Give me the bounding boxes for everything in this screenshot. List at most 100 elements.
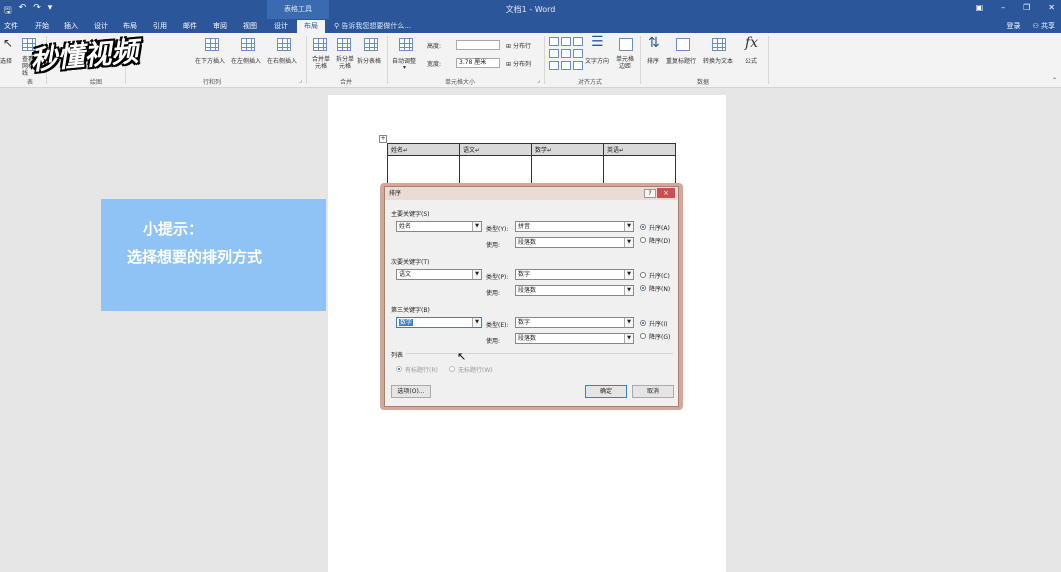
chevron-down-icon: ▼ (624, 238, 633, 247)
insert-below-icon[interactable] (205, 38, 219, 51)
convert-to-text-button[interactable]: 转换为文本 (703, 56, 733, 65)
chevron-down-icon: ▼ (624, 286, 633, 295)
ribbon-tabs: 文件 开始 插入 设计 布局 引用 邮件 审阅 视图 设计 布局 ⚲ 告诉我您想… (0, 19, 1061, 33)
table-cell[interactable]: 语文↵ (459, 143, 532, 156)
tab-table-design[interactable]: 设计 (274, 21, 288, 31)
no-header-radio[interactable] (449, 366, 455, 372)
align-top-center-icon[interactable] (561, 37, 571, 46)
secondary-type-select[interactable]: 数字 ▼ (515, 269, 634, 280)
tab-home[interactable]: 开始 (35, 21, 49, 31)
third-using-label: 使用: (486, 338, 501, 345)
minimize-icon[interactable]: – (1001, 3, 1005, 12)
insert-right-icon[interactable] (277, 38, 291, 51)
cell-size-launcher-icon[interactable]: ⌟ (537, 77, 540, 84)
column-width-input[interactable]: 3.78 厘米 (456, 58, 500, 68)
insert-right-button[interactable]: 在右侧插入 (267, 56, 297, 65)
insert-left-icon[interactable] (241, 38, 255, 51)
merge-cells-button[interactable]: 合并单元格 (310, 56, 332, 70)
tab-view[interactable]: 视图 (243, 21, 257, 31)
ribbon-display-icon[interactable]: ▣ (976, 3, 984, 12)
cancel-button[interactable]: 取消 (632, 385, 674, 398)
options-button[interactable]: 选项(O)... (391, 385, 431, 398)
third-key-field-select[interactable]: 数学 ▼ (396, 317, 482, 328)
merge-cells-icon[interactable] (313, 38, 327, 51)
table-cell[interactable]: 姓名↵ (387, 143, 460, 156)
secondary-key-field-select[interactable]: 语文 ▼ (396, 269, 482, 280)
repeat-header-button[interactable]: 重复标题行 (666, 56, 696, 65)
primary-type-select[interactable]: 拼音 ▼ (515, 221, 634, 232)
chevron-down-icon: ▼ (624, 222, 633, 231)
sort-icon[interactable]: ⇅ (648, 35, 660, 51)
help-icon[interactable]: ? (644, 189, 656, 198)
align-middle-left-icon[interactable] (549, 49, 559, 58)
align-bottom-right-icon[interactable] (573, 61, 583, 70)
close-icon[interactable]: × (657, 188, 675, 198)
align-top-right-icon[interactable] (573, 37, 583, 46)
align-bottom-center-icon[interactable] (561, 61, 571, 70)
tab-file[interactable]: 文件 (4, 21, 18, 31)
sort-button[interactable]: 排序 (647, 56, 659, 65)
share-button[interactable]: ⚇ 共享 (1032, 21, 1055, 31)
primary-ascending-radio[interactable] (640, 224, 646, 230)
distribute-cols-button[interactable]: ⊞ 分布列 (506, 59, 531, 68)
cell-margins-icon[interactable] (619, 38, 633, 51)
split-cells-icon[interactable] (337, 38, 351, 51)
secondary-using-select[interactable]: 段落数 ▼ (515, 285, 634, 296)
primary-using-select[interactable]: 段落数 ▼ (515, 237, 634, 248)
split-table-icon[interactable] (364, 38, 378, 51)
tab-mailings[interactable]: 邮件 (183, 21, 197, 31)
third-using-select[interactable]: 段落数 ▼ (515, 333, 634, 344)
secondary-descending-radio[interactable] (640, 285, 646, 291)
row-height-input[interactable] (456, 40, 500, 50)
rows-cols-launcher-icon[interactable]: ⌟ (299, 77, 302, 84)
primary-key-field-select[interactable]: 姓名 ▼ (396, 221, 482, 232)
formula-icon[interactable]: fx (745, 35, 758, 51)
third-type-value: 数字 (518, 319, 531, 326)
cell-margins-button[interactable]: 单元格边距 (614, 56, 636, 70)
ok-button[interactable]: 确定 (585, 385, 627, 398)
third-type-select[interactable]: 数字 ▼ (515, 317, 634, 328)
close-window-icon[interactable]: ✕ (1048, 3, 1055, 12)
split-cells-button[interactable]: 拆分单元格 (334, 56, 356, 70)
select-button[interactable]: 选择 (0, 56, 12, 65)
insert-below-button[interactable]: 在下方插入 (195, 56, 225, 65)
distribute-rows-button[interactable]: ⊞ 分布行 (506, 41, 531, 50)
table-move-handle-icon[interactable]: + (379, 135, 387, 143)
restore-icon[interactable]: ❐ (1023, 3, 1030, 12)
text-direction-button[interactable]: 文字方向 (585, 56, 609, 65)
collapse-ribbon-icon[interactable]: ⌃ (1052, 77, 1057, 84)
insert-left-button[interactable]: 在左侧插入 (231, 56, 261, 65)
has-header-radio[interactable] (396, 366, 402, 372)
text-direction-icon[interactable]: ☰ (591, 34, 604, 50)
group-merge-label: 合并 (340, 79, 353, 86)
secondary-descending-label: 降序(N) (649, 286, 671, 293)
split-table-button[interactable]: 拆分表格 (357, 56, 381, 65)
table-cell[interactable]: 数学↵ (531, 143, 604, 156)
align-bottom-left-icon[interactable] (549, 61, 559, 70)
third-ascending-radio[interactable] (640, 320, 646, 326)
align-middle-right-icon[interactable] (573, 49, 583, 58)
secondary-ascending-radio[interactable] (640, 272, 646, 278)
tab-review[interactable]: 审阅 (213, 21, 227, 31)
tell-me-search[interactable]: ⚲ 告诉我您想要做什么... (334, 21, 411, 31)
autofit-dropdown-icon[interactable]: ▾ (403, 64, 406, 71)
login-link[interactable]: 登录 (1006, 21, 1020, 31)
tab-references[interactable]: 引用 (153, 21, 167, 31)
align-top-left-icon[interactable] (549, 37, 559, 46)
primary-descending-radio[interactable] (640, 237, 646, 243)
pointer-icon[interactable]: ↖ (3, 36, 13, 50)
chevron-down-icon: ▼ (624, 270, 633, 279)
align-middle-center-icon[interactable] (561, 49, 571, 58)
secondary-key-label: 次要关键字(T) (391, 259, 430, 266)
repeat-header-icon[interactable] (676, 38, 690, 51)
table-cell[interactable]: 英语↵ (603, 143, 676, 156)
tab-insert[interactable]: 插入 (64, 21, 78, 31)
autofit-icon[interactable] (399, 38, 413, 51)
tab-design[interactable]: 设计 (94, 21, 108, 31)
convert-to-text-icon[interactable] (712, 38, 726, 51)
formula-button[interactable]: 公式 (745, 56, 757, 65)
group-data-label: 数据 (697, 79, 710, 86)
third-descending-radio[interactable] (640, 333, 646, 339)
tab-table-layout[interactable]: 布局 (297, 20, 325, 33)
alignment-grid (549, 37, 583, 71)
